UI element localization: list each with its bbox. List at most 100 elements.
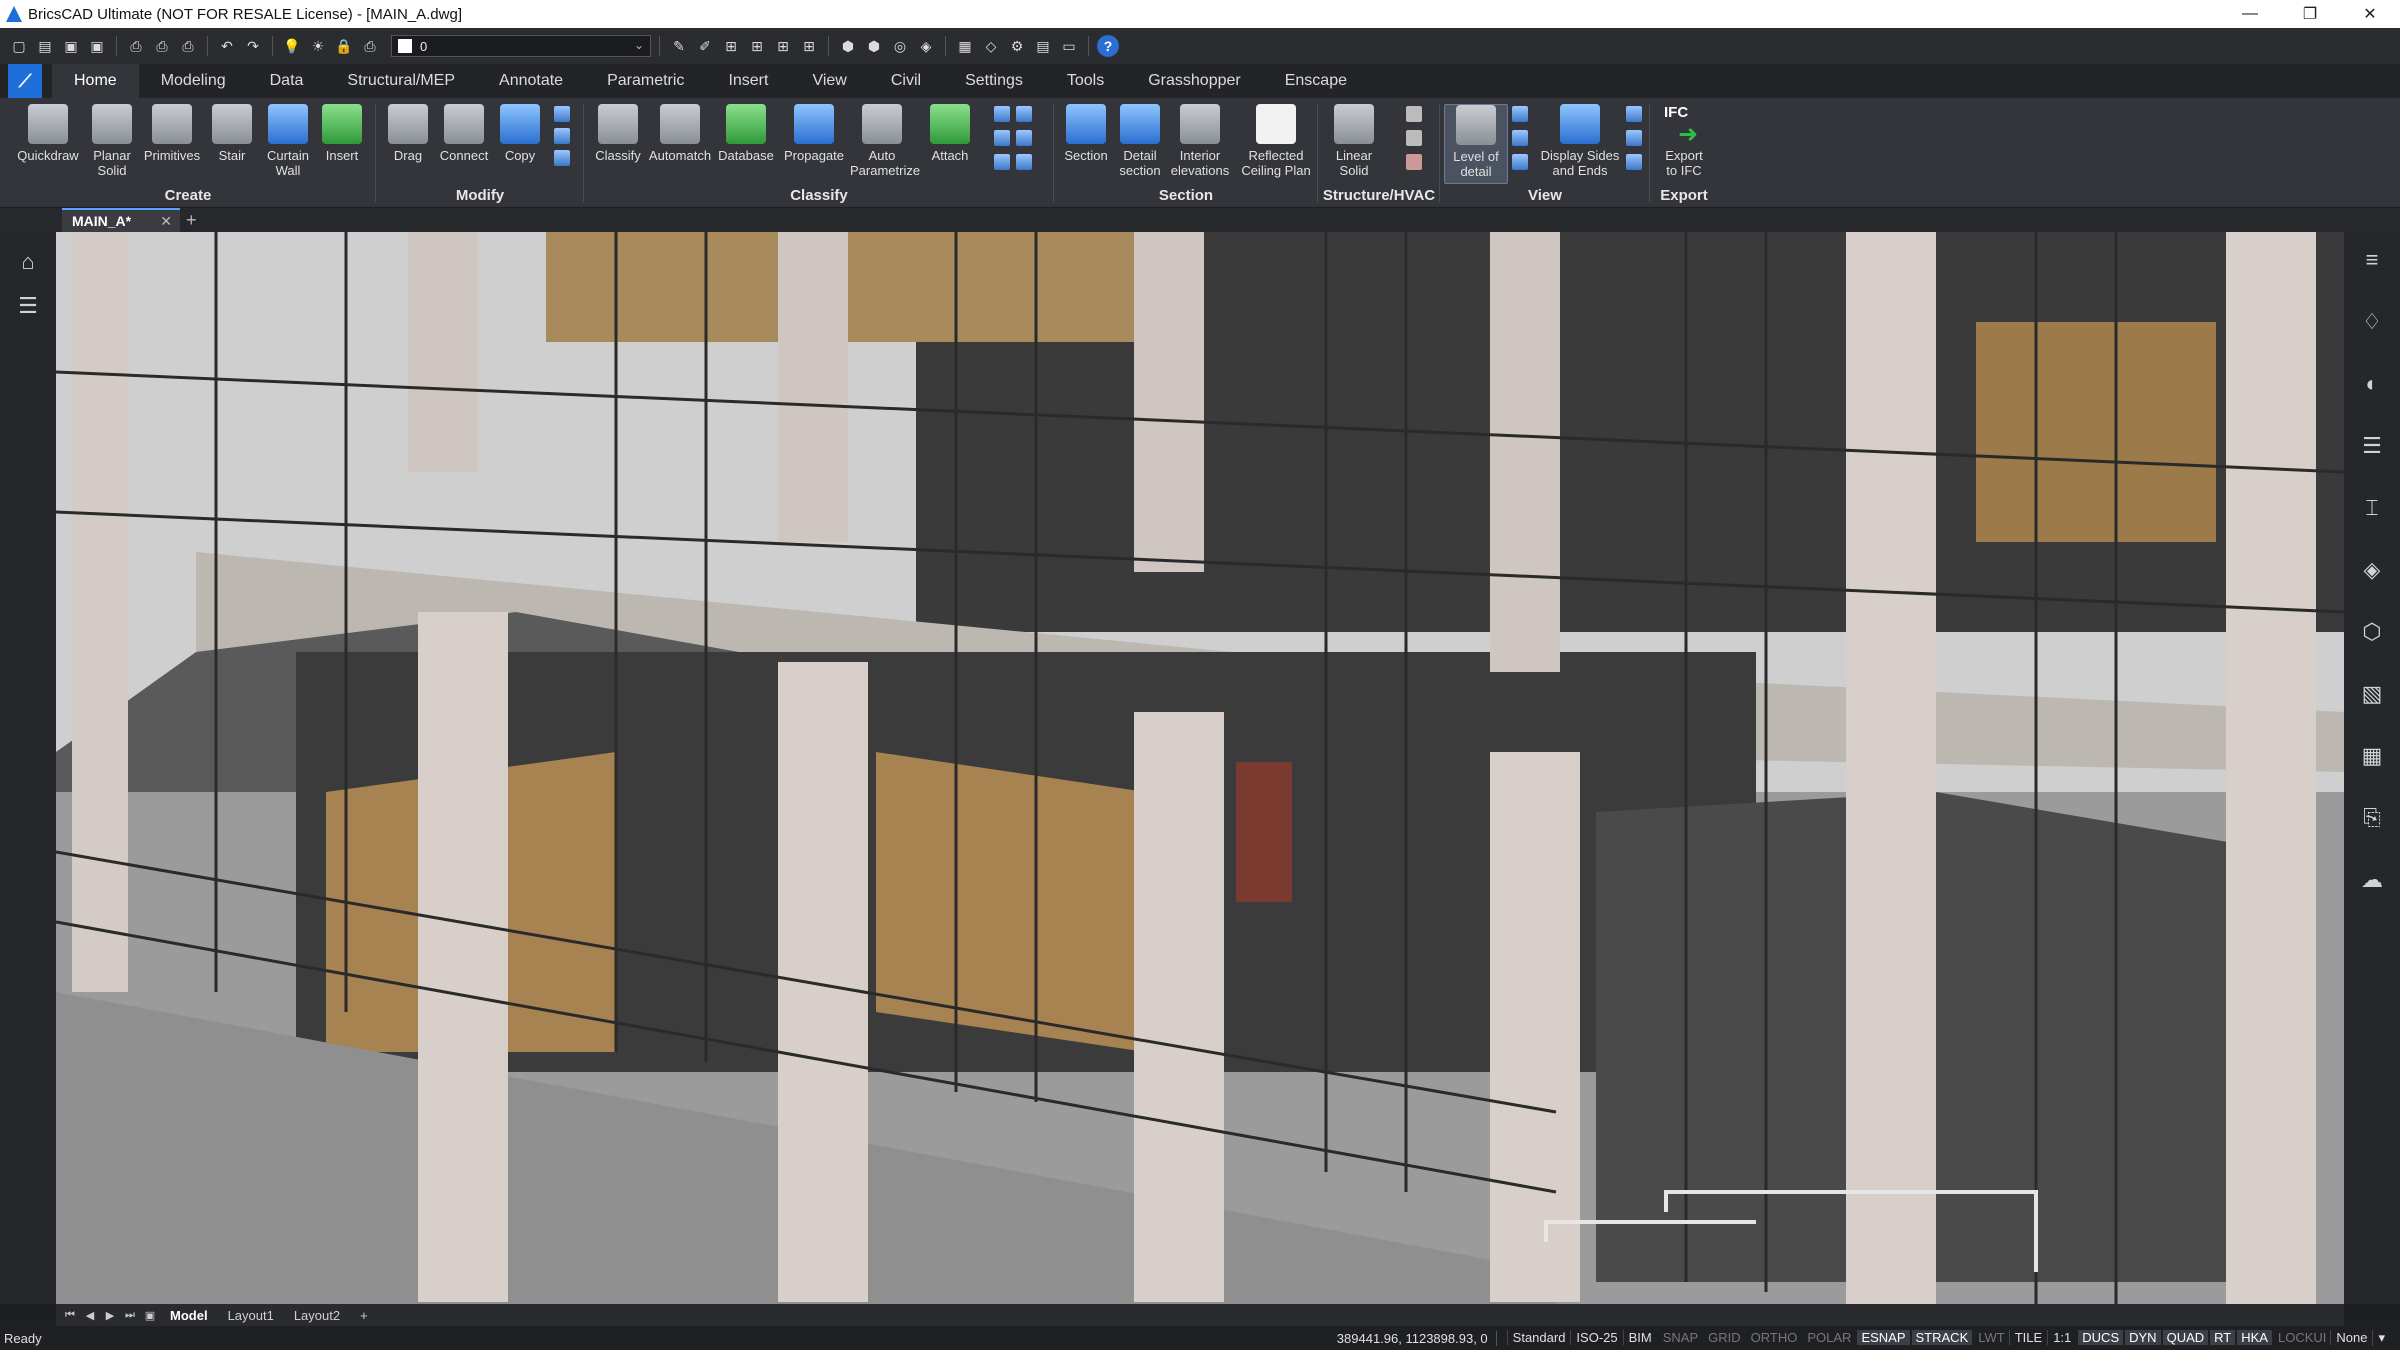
quickdraw-button[interactable]: Quickdraw (16, 104, 80, 163)
view-box-small-icon[interactable] (1626, 130, 1642, 146)
view-layers-icon[interactable]: ◈ (915, 35, 937, 57)
status-menu-icon[interactable]: ▾ (2372, 1330, 2390, 1346)
beam-small-icon[interactable] (1406, 106, 1422, 122)
layout-list-icon[interactable]: ▣ (142, 1307, 158, 1323)
status-toggle-quad[interactable]: QUAD (2162, 1330, 2209, 1345)
hatch-icon[interactable]: ▧ (2358, 680, 2386, 708)
classify-button[interactable]: Classify (586, 104, 650, 163)
layers-icon[interactable]: ◈ (2358, 556, 2386, 584)
undo-icon[interactable]: ↶ (216, 35, 238, 57)
view-orbit-small-icon[interactable] (1626, 154, 1642, 170)
grid-small-icon[interactable] (994, 106, 1010, 122)
table-small-icon[interactable] (1016, 106, 1032, 122)
status-toggle-none[interactable]: None (2330, 1330, 2373, 1345)
status-toggle-ducs[interactable]: DUCS (2078, 1330, 2124, 1345)
attach-button[interactable]: Attach (918, 104, 982, 163)
layout-tab-layout1[interactable]: Layout1 (220, 1308, 282, 1323)
close-tab-icon[interactable]: ✕ (160, 213, 172, 230)
auto-parametrize-button[interactable]: Auto Parametrize (850, 104, 920, 178)
plot-icon[interactable]: ⎙ (177, 35, 199, 57)
help-icon[interactable]: ? (1097, 35, 1119, 57)
tab-data[interactable]: Data (248, 64, 326, 98)
status-toggle-grid[interactable]: GRID (1704, 1330, 1745, 1345)
cube-icon[interactable]: ⬡ (2358, 618, 2386, 646)
detail-section-button[interactable]: Detail section (1108, 104, 1172, 178)
layout-tab-model[interactable]: Model (162, 1308, 216, 1323)
automatch-button[interactable]: Automatch (648, 104, 712, 163)
close-button[interactable]: ✕ (2340, 0, 2400, 28)
layers-stack-icon[interactable]: ☰ (2358, 432, 2386, 460)
view-iso-icon[interactable]: ⬢ (863, 35, 885, 57)
status-toggle-strack[interactable]: STRACK (1911, 1330, 1973, 1345)
export-to-ifc-button[interactable]: IFC ➜ Export to IFC (1652, 104, 1716, 178)
linear-solid-button[interactable]: Linear Solid (1322, 104, 1386, 178)
attachment-clip-icon[interactable]: ⎘ (2358, 804, 2386, 832)
add-layout-button[interactable]: + (352, 1308, 376, 1323)
save-icon[interactable]: ▣ (60, 35, 82, 57)
structure-tree-icon[interactable]: ☰ (14, 292, 42, 320)
properties-panel-icon[interactable]: ▦ (954, 35, 976, 57)
status-toggle-rt[interactable]: RT (2210, 1330, 2236, 1345)
status-toggle-snap[interactable]: SNAP (1659, 1330, 1702, 1345)
copy-button[interactable]: Copy (488, 104, 552, 163)
cloud-upload-icon[interactable]: ☁ (2358, 866, 2386, 894)
array-icon[interactable] (554, 150, 570, 166)
layer-bulb-icon[interactable]: 💡 (281, 35, 303, 57)
status-toggle-iso-25[interactable]: ISO-25 (1570, 1330, 1623, 1345)
audio-wave-icon[interactable]: ◐ (2358, 370, 2386, 398)
settings-gear-icon[interactable]: ⚙ (1006, 35, 1028, 57)
tab-grasshopper[interactable]: Grasshopper (1126, 64, 1263, 98)
status-toggle-bim[interactable]: BIM (1622, 1330, 1657, 1345)
tab-structural-mep[interactable]: Structural/MEP (325, 64, 477, 98)
status-toggle-hka[interactable]: HKA (2237, 1330, 2272, 1345)
duct-small-icon[interactable] (1406, 154, 1422, 170)
open-file-icon[interactable]: ▤ (34, 35, 56, 57)
link-small-icon[interactable] (1016, 154, 1032, 170)
layer-sun-icon[interactable]: ☀ (307, 35, 329, 57)
tab-settings[interactable]: Settings (943, 64, 1045, 98)
propagate-button[interactable]: Propagate (782, 104, 846, 163)
insert-block-button[interactable]: Insert (310, 104, 374, 163)
brush-icon[interactable]: ✐ (694, 35, 716, 57)
maximize-button[interactable]: ❐ (2280, 0, 2340, 28)
interior-elevations-button[interactable]: Interior elevations (1168, 104, 1232, 178)
stair-button[interactable]: Stair (200, 104, 264, 163)
model-viewport[interactable] (56, 232, 2344, 1304)
column-small-icon[interactable] (1406, 130, 1422, 146)
selection-icon[interactable]: ⊞ (772, 35, 794, 57)
layout-tab-layout2[interactable]: Layout2 (286, 1308, 348, 1323)
status-toggle-1-1[interactable]: 1:1 (2047, 1330, 2077, 1345)
tab-insert[interactable]: Insert (706, 64, 790, 98)
tab-civil[interactable]: Civil (869, 64, 943, 98)
tab-home[interactable]: Home (52, 64, 139, 98)
eraser-icon[interactable]: ◇ (980, 35, 1002, 57)
view-option-2-icon[interactable] (1512, 130, 1528, 146)
status-toggle-lwt[interactable]: LWT (1974, 1330, 2008, 1345)
home-icon[interactable]: ⌂ (14, 248, 42, 276)
view-option-3-icon[interactable] (1512, 154, 1528, 170)
display-sides-and-ends-button[interactable]: Display Sides and Ends (1534, 104, 1626, 178)
last-layout-icon[interactable]: ⏭ (122, 1307, 138, 1323)
reflected-ceiling-plan-button[interactable]: Reflected Ceiling Plan (1238, 104, 1314, 178)
frame-small-icon[interactable] (994, 130, 1010, 146)
planar-solid-button[interactable]: Planar Solid (80, 104, 144, 178)
status-toggle-tile[interactable]: TILE (2008, 1330, 2048, 1345)
status-toggle-esnap[interactable]: ESNAP (1857, 1330, 1910, 1345)
connect-button[interactable]: Connect (432, 104, 496, 163)
target-small-icon[interactable] (1016, 130, 1032, 146)
grid-apps-icon[interactable]: ▦ (2358, 742, 2386, 770)
redo-icon[interactable]: ↷ (242, 35, 264, 57)
new-file-icon[interactable]: ▢ (8, 35, 30, 57)
print-icon[interactable]: ⎙ (151, 35, 173, 57)
next-layout-icon[interactable]: ▶ (102, 1307, 118, 1323)
application-menu-icon[interactable]: ⟋ (8, 64, 42, 98)
level-of-detail-button[interactable]: Level of detail (1444, 104, 1508, 184)
status-toggle-polar[interactable]: POLAR (1803, 1330, 1855, 1345)
grips-icon[interactable]: ⊞ (746, 35, 768, 57)
print-preview-icon[interactable]: ⎙ (125, 35, 147, 57)
box-small-icon[interactable] (994, 154, 1010, 170)
tab-tools[interactable]: Tools (1045, 64, 1126, 98)
tab-modeling[interactable]: Modeling (139, 64, 248, 98)
document-tab-main[interactable]: MAIN_A* ✕ (62, 208, 180, 232)
tab-view[interactable]: View (790, 64, 868, 98)
